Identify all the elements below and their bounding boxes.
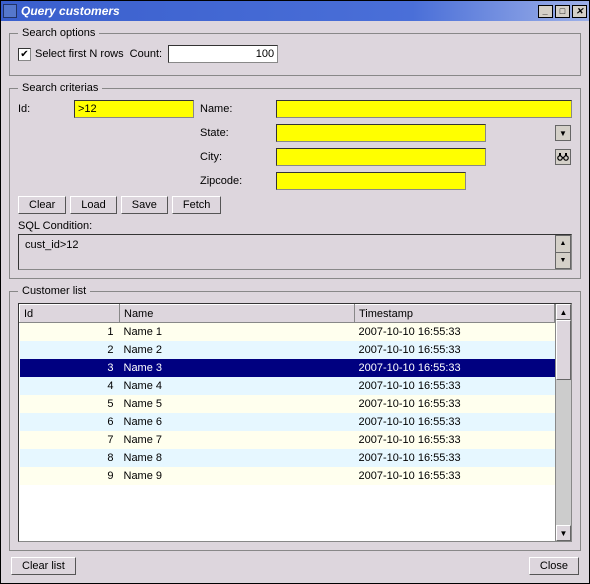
- cell-timestamp: 2007-10-10 16:55:33: [355, 449, 555, 467]
- id-input[interactable]: [74, 100, 194, 118]
- table-row[interactable]: 5Name 52007-10-10 16:55:33: [20, 395, 555, 413]
- load-button[interactable]: Load: [70, 196, 116, 214]
- cell-name: Name 6: [120, 413, 355, 431]
- search-options-group: Search options ✔ Select first N rows Cou…: [9, 27, 581, 76]
- cell-id: 7: [20, 431, 120, 449]
- close-button[interactable]: Close: [529, 557, 579, 575]
- dropdown-icon[interactable]: ▼: [555, 125, 571, 141]
- cell-name: Name 4: [120, 377, 355, 395]
- clear-list-button[interactable]: Clear list: [11, 557, 76, 575]
- search-options-legend: Search options: [18, 27, 99, 39]
- zipcode-label: Zipcode:: [200, 175, 270, 187]
- cell-id: 9: [20, 467, 120, 485]
- close-window-button[interactable]: ✕: [572, 5, 587, 18]
- table-row[interactable]: 1Name 12007-10-10 16:55:33: [20, 323, 555, 341]
- table-scrollbar[interactable]: ▲ ▼: [555, 304, 571, 541]
- client-area: Search options ✔ Select first N rows Cou…: [1, 21, 589, 583]
- cell-id: 1: [20, 323, 120, 341]
- cell-timestamp: 2007-10-10 16:55:33: [355, 323, 555, 341]
- scroll-down-icon[interactable]: ▼: [556, 525, 571, 541]
- cell-id: 4: [20, 377, 120, 395]
- maximize-button[interactable]: □: [555, 5, 570, 18]
- state-label: State:: [200, 127, 270, 139]
- col-header-timestamp[interactable]: Timestamp: [355, 305, 555, 323]
- sql-condition-label: SQL Condition:: [18, 220, 572, 232]
- scroll-up-icon[interactable]: ▲: [556, 304, 571, 320]
- minimize-button[interactable]: _: [538, 5, 553, 18]
- cell-name: Name 5: [120, 395, 355, 413]
- city-input[interactable]: [276, 148, 486, 166]
- save-button[interactable]: Save: [121, 196, 168, 214]
- sql-condition-box[interactable]: cust_id>12 ▲ ▼: [18, 234, 572, 270]
- customer-list-group: Customer list Id Name Timestamp 1Na: [9, 285, 581, 551]
- id-label: Id:: [18, 103, 68, 115]
- table-row[interactable]: 8Name 82007-10-10 16:55:33: [20, 449, 555, 467]
- scroll-thumb[interactable]: [556, 320, 571, 380]
- cell-id: 5: [20, 395, 120, 413]
- cell-id: 3: [20, 359, 120, 377]
- fetch-button[interactable]: Fetch: [172, 196, 222, 214]
- window-title: Query customers: [21, 4, 536, 18]
- cell-timestamp: 2007-10-10 16:55:33: [355, 413, 555, 431]
- window-system-icon: [3, 4, 17, 18]
- cell-name: Name 2: [120, 341, 355, 359]
- col-header-id[interactable]: Id: [20, 305, 120, 323]
- name-label: Name:: [200, 103, 270, 115]
- name-input[interactable]: [276, 100, 572, 118]
- table-row[interactable]: 3Name 32007-10-10 16:55:33: [20, 359, 555, 377]
- chevron-up-icon[interactable]: ▲: [555, 235, 571, 252]
- query-customers-window: Query customers _ □ ✕ Search options ✔ S…: [0, 0, 590, 584]
- zipcode-input[interactable]: [276, 172, 466, 190]
- cell-name: Name 7: [120, 431, 355, 449]
- cell-timestamp: 2007-10-10 16:55:33: [355, 467, 555, 485]
- cell-name: Name 3: [120, 359, 355, 377]
- table-row[interactable]: 4Name 42007-10-10 16:55:33: [20, 377, 555, 395]
- sql-spinner[interactable]: ▲ ▼: [555, 235, 571, 269]
- customer-list-legend: Customer list: [18, 285, 90, 297]
- titlebar[interactable]: Query customers _ □ ✕: [1, 1, 589, 21]
- cell-name: Name 9: [120, 467, 355, 485]
- cell-timestamp: 2007-10-10 16:55:33: [355, 377, 555, 395]
- clear-button[interactable]: Clear: [18, 196, 66, 214]
- binoculars-icon[interactable]: [555, 149, 571, 165]
- cell-timestamp: 2007-10-10 16:55:33: [355, 359, 555, 377]
- cell-timestamp: 2007-10-10 16:55:33: [355, 395, 555, 413]
- search-criteria-group: Search criterias Id: Name: State: ▼ City…: [9, 82, 581, 279]
- select-first-n-label: Select first N rows: [35, 48, 124, 60]
- col-header-name[interactable]: Name: [120, 305, 355, 323]
- chevron-down-icon[interactable]: ▼: [555, 252, 571, 270]
- sql-condition-text: cust_id>12: [25, 239, 79, 251]
- search-criteria-legend: Search criterias: [18, 82, 102, 94]
- customer-table[interactable]: Id Name Timestamp 1Name 12007-10-10 16:5…: [19, 304, 555, 485]
- table-row[interactable]: 9Name 92007-10-10 16:55:33: [20, 467, 555, 485]
- city-label: City:: [200, 151, 270, 163]
- cell-name: Name 8: [120, 449, 355, 467]
- table-row[interactable]: 2Name 22007-10-10 16:55:33: [20, 341, 555, 359]
- cell-name: Name 1: [120, 323, 355, 341]
- count-label: Count:: [130, 48, 162, 60]
- cell-id: 6: [20, 413, 120, 431]
- state-select[interactable]: [276, 124, 486, 142]
- cell-timestamp: 2007-10-10 16:55:33: [355, 431, 555, 449]
- cell-id: 2: [20, 341, 120, 359]
- count-input[interactable]: [168, 45, 278, 63]
- table-row[interactable]: 7Name 72007-10-10 16:55:33: [20, 431, 555, 449]
- table-row[interactable]: 6Name 62007-10-10 16:55:33: [20, 413, 555, 431]
- cell-id: 8: [20, 449, 120, 467]
- select-first-n-checkbox[interactable]: ✔: [18, 48, 31, 61]
- cell-timestamp: 2007-10-10 16:55:33: [355, 341, 555, 359]
